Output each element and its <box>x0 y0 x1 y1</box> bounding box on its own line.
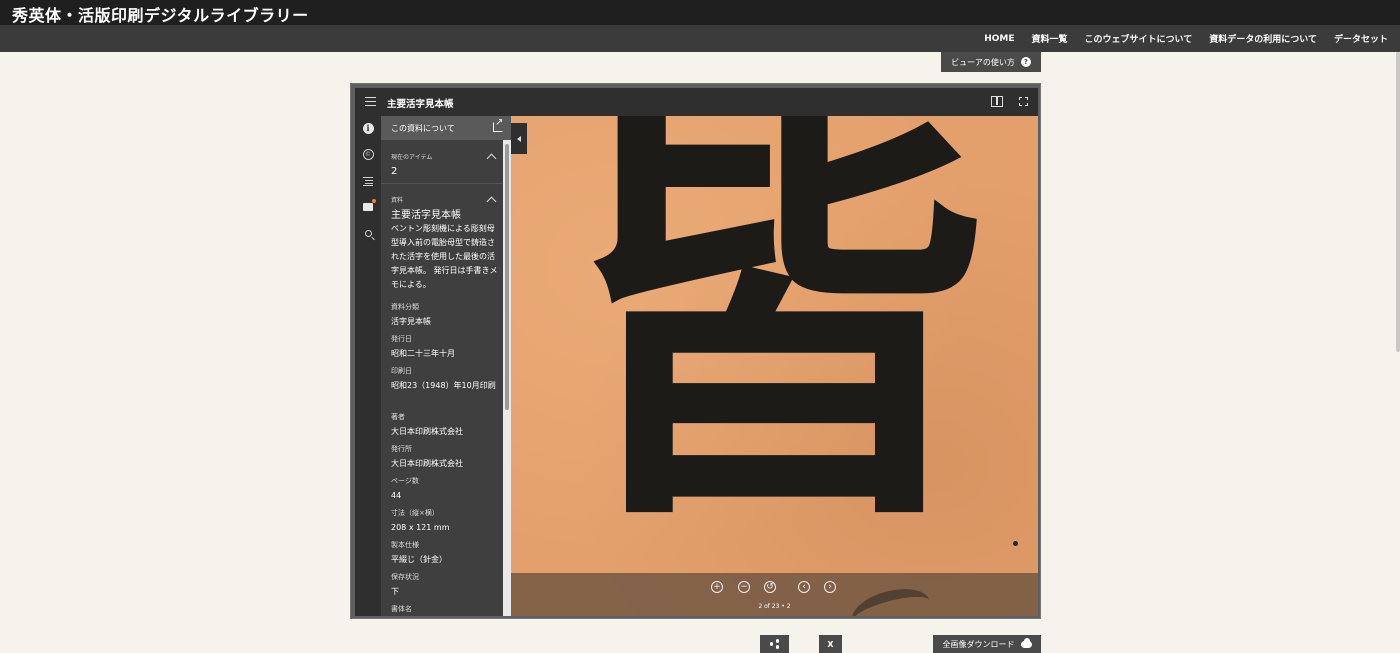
x-label: X <box>827 639 834 649</box>
meta-author: 著者 大日本印刷株式会社 <box>391 412 499 439</box>
panel-scrollbar[interactable] <box>503 140 511 616</box>
viewer-help-button[interactable]: ビューアの使い方 ? <box>941 52 1041 72</box>
info-icon[interactable]: i <box>362 122 374 134</box>
next-icon[interactable]: › <box>824 581 836 593</box>
nav-about-site[interactable]: このウェブサイトについて <box>1085 32 1193 45</box>
meta-key: 保存状況 <box>391 573 419 581</box>
image-canvas[interactable]: 皆 + − ↺ ‹ › 2 of 23 • 2 <box>511 116 1038 616</box>
fullscreen-icon[interactable] <box>1019 97 1028 106</box>
meta-value: 平綴じ（針金） <box>391 555 447 564</box>
nav-dataset[interactable]: データセット <box>1334 32 1388 45</box>
meta-value: 昭和23（1948）年10月印刷 <box>391 381 496 390</box>
meta-value: 大日本印刷株式会社 <box>391 459 463 468</box>
nav-home[interactable]: HOME <box>984 34 1014 44</box>
menu-icon[interactable] <box>365 97 376 106</box>
side-rail: i © <box>355 116 381 616</box>
resource-description: ベントン彫刻機による彫刻母型導入前の電胎母型で鋳造された活字を使用した最後の活字… <box>391 224 498 289</box>
external-link-icon[interactable] <box>493 117 503 132</box>
page-indicator: 2 of 23 • 2 <box>758 603 791 610</box>
ink-speck <box>1013 541 1018 546</box>
chevron-up-icon[interactable] <box>486 196 497 207</box>
resource-title: 主要活字見本帳 <box>391 210 461 221</box>
meta-print-date: 印刷日 昭和23（1948）年10月印刷 <box>391 366 499 393</box>
meta-condition: 保存状況 下 <box>391 572 499 599</box>
share-icon <box>769 639 780 649</box>
question-icon: ? <box>1020 57 1031 67</box>
download-label: 全画像ダウンロード <box>942 639 1015 649</box>
reset-icon[interactable]: ↺ <box>764 581 776 593</box>
viewer-title: 主要活字見本帳 <box>387 99 454 110</box>
nav-bar: HOME 資料一覧 このウェブサイトについて 資料データの利用について データセ… <box>0 25 1400 52</box>
meta-publish-date: 発行日 昭和二十三年十月 <box>391 334 499 361</box>
meta-category: 資料分類 活字見本帳 <box>391 302 499 329</box>
meta-value: 下 <box>391 587 399 596</box>
meta-key: 寸法（縦×横） <box>391 509 439 517</box>
viewer-header: 主要活字見本帳 <box>355 88 1038 116</box>
annotation-icon[interactable] <box>362 199 376 213</box>
panel-scroll-thumb[interactable] <box>505 144 509 410</box>
meta-key: 書体名 <box>391 605 412 613</box>
meta-key: 製本仕様 <box>391 541 419 549</box>
copyright-icon[interactable]: © <box>362 148 374 160</box>
prev-icon[interactable]: ‹ <box>798 581 810 593</box>
meta-page-count: ページ数 44 <box>391 476 499 503</box>
download-all-button[interactable]: 全画像ダウンロード <box>933 635 1041 653</box>
meta-value: 208 x 121 mm <box>391 523 450 532</box>
meta-binding: 製本仕様 平綴じ（針金） <box>391 540 499 567</box>
nav-data-usage[interactable]: 資料データの利用について <box>1209 32 1317 45</box>
meta-value: 44 <box>391 491 402 500</box>
meta-key: ページ数 <box>391 477 419 485</box>
search-icon[interactable] <box>362 227 374 239</box>
share-button[interactable] <box>760 635 789 653</box>
cloud-download-icon <box>1020 637 1032 648</box>
meta-key: 著者 <box>391 413 405 421</box>
meta-value: 活字見本帳 <box>391 317 431 326</box>
viewer-controls: + − ↺ ‹ › 2 of 23 • 2 <box>511 573 1038 616</box>
current-item-label: 現在のアイテム <box>391 154 433 161</box>
meta-key: 発行日 <box>391 335 412 343</box>
chevron-up-icon[interactable] <box>486 153 497 164</box>
nav-resource-list[interactable]: 資料一覧 <box>1032 32 1068 45</box>
panel-header-label: この資料について <box>391 124 455 133</box>
meta-key: 印刷日 <box>391 367 412 375</box>
specimen-glyph: 皆 <box>551 116 991 574</box>
meta-key: 資料分類 <box>391 303 419 311</box>
resource-label: 資料 <box>391 197 404 204</box>
page-scrollbar[interactable] <box>1396 52 1400 352</box>
collapse-panel-button[interactable] <box>511 123 527 154</box>
site-title[interactable]: 秀英体・活版印刷デジタルライブラリー <box>12 2 309 26</box>
meta-value: 昭和二十三年十月 <box>391 349 455 358</box>
book-view-icon[interactable] <box>991 96 1003 107</box>
zoom-in-icon[interactable]: + <box>711 581 723 593</box>
toc-icon[interactable] <box>362 175 374 187</box>
image-viewer: 主要活字見本帳 i © この資料について 現在のアイテム 2 資料 主要活字見本… <box>350 83 1041 619</box>
meta-dimensions: 寸法（縦×横） 208 x 121 mm <box>391 508 499 535</box>
top-bar: 秀英体・活版印刷デジタルライブラリー <box>0 0 1400 25</box>
panel-header: この資料について <box>381 116 511 140</box>
current-item-value: 2 <box>391 166 398 177</box>
meta-value: 大日本印刷株式会社 <box>391 427 463 436</box>
main-nav: HOME 資料一覧 このウェブサイトについて 資料データの利用について データセ… <box>984 25 1388 52</box>
zoom-out-icon[interactable]: − <box>738 581 750 593</box>
meta-key: 発行所 <box>391 445 412 453</box>
current-item-section: 現在のアイテム 2 <box>381 146 503 184</box>
viewer-help-label: ビューアの使い方 <box>951 57 1015 67</box>
meta-publisher: 発行所 大日本印刷株式会社 <box>391 444 499 471</box>
x-share-button[interactable]: X <box>819 635 842 653</box>
meta-typeface: 書体名 <box>391 604 499 614</box>
info-panel: この資料について 現在のアイテム 2 資料 主要活字見本帳 ベントン彫刻機による… <box>381 116 511 616</box>
